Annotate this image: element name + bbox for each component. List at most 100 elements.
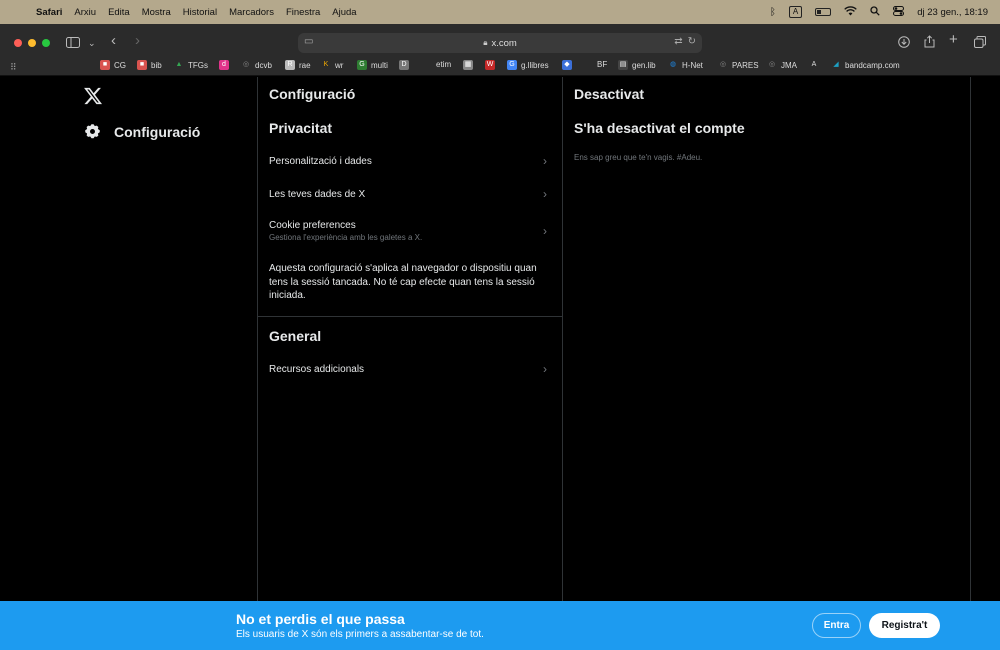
deactivated-column: Desactivat S'ha desactivat el compte Ens… [563, 77, 971, 601]
favorite-bookmark-19[interactable]: A [809, 60, 819, 70]
downloads-icon[interactable] [898, 36, 910, 50]
red-square-icon: ■ [100, 60, 110, 70]
multi-icon: G [357, 60, 367, 70]
menu-bar: Safari Arxiu Edita Mostra Historial Marc… [0, 0, 1000, 24]
menu-historial[interactable]: Historial [183, 7, 217, 18]
favorite-dcvb[interactable]: ◎ dcvb [241, 60, 272, 70]
favorite-label: JMA [781, 60, 797, 70]
signup-button[interactable]: Registra't [869, 613, 940, 638]
chevron-down-icon[interactable]: ⌄ [88, 37, 96, 49]
wifi-icon[interactable] [844, 5, 857, 19]
favorite-label: multi [371, 60, 388, 70]
settings-row-sublabel: Gestiona l'experiència amb les galetes a… [269, 233, 423, 242]
favorite-pares[interactable]: ◎ PARES [718, 60, 759, 70]
favorite-bookmark-3[interactable]: d [219, 60, 229, 70]
favorite-tfgs[interactable]: ▲ TFGs [174, 60, 208, 70]
favorite-bib[interactable]: ■ bib [137, 60, 162, 70]
favorite-bookmark-11[interactable]: W [485, 60, 495, 70]
favorite-cg[interactable]: ■ CG [100, 60, 126, 70]
settings-row-personalization[interactable]: Personalització i dades › [258, 150, 562, 172]
sidebar-toggle-icon[interactable] [66, 37, 80, 50]
login-button[interactable]: Entra [812, 613, 861, 638]
menu-app-safari[interactable]: Safari [36, 7, 62, 18]
address-bar[interactable]: ▭ 🔒︎ x.com ⇄ ↻ [298, 33, 702, 53]
control-center-icon[interactable] [893, 5, 905, 19]
favorite-etim[interactable]: etim [436, 60, 451, 69]
wr-icon: K [323, 61, 329, 68]
nav-settings-link[interactable]: Configuració [84, 123, 200, 140]
favorite-multi[interactable]: Gmulti [357, 60, 388, 70]
favorite-label: PARES [732, 60, 759, 70]
x-logo-icon[interactable] [83, 86, 103, 106]
settings-row-label: Recursos addicionals [269, 363, 365, 375]
share-icon[interactable] [924, 35, 935, 50]
chevron-right-icon: › [543, 154, 547, 168]
settings-column: Configuració Privacitat Personalització … [257, 77, 563, 601]
translate-icon[interactable]: ⇄ [674, 36, 682, 47]
nav-settings-label: Configuració [114, 123, 201, 140]
favorite-bookmark-8[interactable]: D [399, 60, 409, 70]
menu-ajuda[interactable]: Ajuda [332, 7, 356, 18]
signup-banner: No et perdis el que passa Els usuaris de… [0, 601, 1000, 650]
favorite-bookmark-13[interactable]: ◆ [562, 60, 572, 70]
menu-arxiu[interactable]: Arxiu [74, 7, 96, 18]
window-controls [14, 39, 50, 47]
menu-mostra[interactable]: Mostra [142, 7, 171, 18]
pink-d-icon: d [219, 60, 229, 70]
settings-row-label: Cookie preferences [269, 220, 356, 231]
forward-button[interactable]: › [135, 33, 140, 48]
back-button[interactable]: ‹ [111, 33, 116, 48]
favorite-label: wr [335, 60, 344, 70]
globe-icon: ◎ [768, 61, 776, 68]
menu-edita[interactable]: Edita [108, 7, 130, 18]
close-window-button[interactable] [14, 39, 22, 47]
lock-icon: 🔒︎ [483, 38, 488, 47]
input-source-indicator[interactable]: A [788, 6, 803, 18]
general-section-title: General [269, 328, 322, 344]
settings-row-cookie-preferences[interactable]: Cookie preferences Gestiona l'experiènci… [258, 216, 562, 246]
favorite-label: bib [151, 60, 162, 70]
favorite-gen-lib[interactable]: ▤ gen.lib [618, 60, 656, 70]
globe-icon: ◎ [719, 61, 727, 68]
favorite-label: gen.lib [632, 60, 656, 70]
zoom-window-button[interactable] [42, 39, 50, 47]
favorite-wr[interactable]: Kwr [321, 60, 344, 70]
page-settings-icon[interactable]: ▭ [304, 36, 313, 47]
tab-overview-icon[interactable] [974, 36, 986, 50]
favorite-label: BF [597, 60, 608, 69]
favorite-bf[interactable]: BF [597, 60, 607, 69]
browser-toolbar: ⌄ ‹ › ▭ 🔒︎ x.com ⇄ ↻ + ⠿ ■ CG ■ bib ▲ TFGs d ◎ d… [0, 24, 1000, 76]
settings-title: Configuració [269, 86, 356, 102]
settings-row-additional-resources[interactable]: Recursos addicionals › [258, 358, 562, 380]
menu-finestra[interactable]: Finestra [286, 7, 320, 18]
minimize-window-button[interactable] [28, 39, 36, 47]
x-settings-page: Configuració Configuració Privacitat Per… [0, 77, 1000, 601]
url-text[interactable]: x.com [491, 38, 516, 49]
favorite-rae[interactable]: Rrae [285, 60, 311, 70]
battery-icon[interactable] [815, 8, 832, 16]
reload-icon[interactable]: ↻ [688, 36, 696, 47]
favorite-h-net[interactable]: ◍ H-Net [668, 60, 703, 70]
favorite-bookmark-10[interactable]: ▦ [463, 60, 473, 70]
favorite-jma[interactable]: ◎ JMA [767, 60, 797, 70]
genlib-icon: ▤ [618, 60, 628, 70]
favorite-bandcamp-com[interactable]: ◢ bandcamp.com [831, 60, 899, 70]
df-icon: D [399, 60, 409, 70]
favorites-bar: ⠿ ■ CG ■ bib ▲ TFGs d ◎ dcvb Rrae Kwr Gmulti Detim ▦ W… [0, 57, 1000, 75]
settings-row-your-data[interactable]: Les teves dades de X › [258, 183, 562, 205]
section-divider [258, 316, 562, 317]
menubar-clock[interactable]: dj 23 gen., 18:19 [917, 7, 988, 18]
qr-icon: ▦ [463, 60, 473, 70]
chevron-right-icon: › [543, 187, 547, 201]
spotlight-search-icon[interactable] [870, 5, 880, 19]
favorite-g-llibres[interactable]: Gg.llibres [507, 60, 549, 70]
red-w-icon: W [485, 60, 495, 70]
banner-title: No et perdis el que passa [236, 611, 405, 627]
chevron-right-icon: › [543, 224, 547, 238]
menu-marcadors[interactable]: Marcadors [229, 7, 274, 18]
left-navigation: Configuració [0, 77, 257, 601]
favorite-label: CG [114, 60, 126, 70]
bluetooth-icon[interactable]: ᛒ [770, 7, 776, 18]
grid-icon[interactable]: ⠿ [10, 61, 17, 73]
new-tab-button[interactable]: + [949, 32, 958, 47]
